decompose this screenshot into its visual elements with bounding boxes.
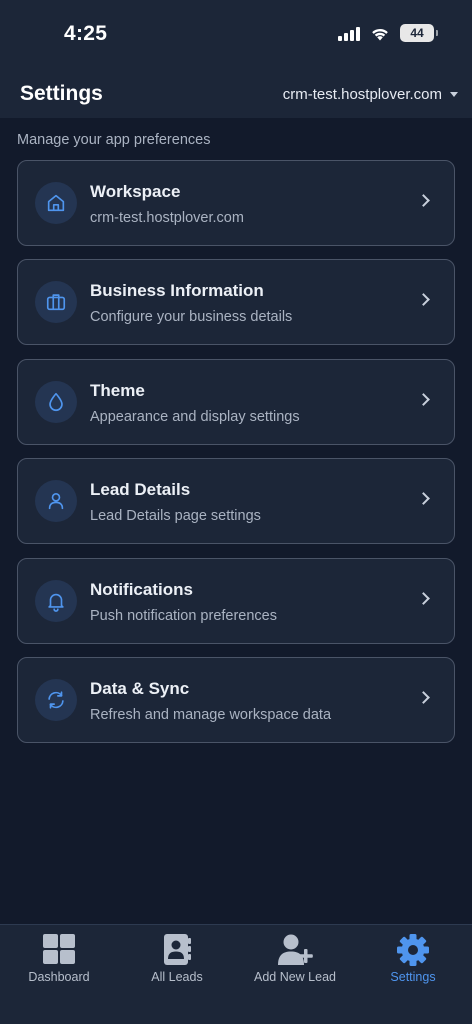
settings-item-subtitle: Refresh and manage workspace data	[90, 706, 332, 723]
gear-icon	[397, 934, 429, 966]
settings-list: Workspace crm-test.hostplover.com Busine…	[17, 160, 455, 756]
chevron-right-icon	[417, 392, 430, 406]
chevron-right-icon	[417, 194, 430, 207]
user-icon	[35, 480, 77, 523]
tab-settings[interactable]: Settings	[354, 925, 472, 1024]
settings-item-title: Workspace	[90, 182, 181, 201]
tab-all-leads[interactable]: All Leads	[118, 925, 236, 1024]
status-bar: 4:25 44	[0, 0, 472, 70]
cellular-signal-icon	[338, 26, 360, 41]
settings-item-notifications[interactable]: Notifications Push notification preferen…	[17, 557, 455, 644]
settings-item-business-information[interactable]: Business Information Configure your busi…	[17, 259, 455, 346]
tab-add-new-lead[interactable]: Add New Lead	[236, 925, 354, 1024]
status-icons: 44	[338, 24, 438, 42]
dashboard-icon	[43, 934, 75, 964]
chevron-right-icon	[417, 492, 430, 506]
chevron-right-icon	[417, 293, 430, 307]
settings-item-subtitle: Configure your business details	[90, 309, 293, 326]
settings-item-data-sync[interactable]: Data & Sync Refresh and manage workspace…	[17, 656, 455, 743]
tab-label: All Leads	[151, 970, 203, 984]
contacts-icon	[164, 934, 191, 965]
tab-label: Add New Lead	[253, 970, 336, 984]
briefcase-icon	[35, 281, 77, 324]
settings-item-title: Theme	[90, 380, 145, 400]
settings-item-workspace[interactable]: Workspace crm-test.hostplover.com	[17, 160, 455, 246]
settings-item-title: Notifications	[90, 579, 193, 599]
home-icon	[35, 182, 77, 224]
tab-label: Settings	[390, 970, 436, 984]
settings-item-lead-details[interactable]: Lead Details Lead Details page settings	[17, 458, 455, 545]
settings-item-subtitle: crm-test.hostplover.com	[90, 210, 244, 226]
page-title: Settings	[20, 82, 103, 105]
battery-indicator: 44	[400, 24, 438, 42]
settings-item-theme[interactable]: Theme Appearance and display settings	[17, 358, 455, 445]
app-header: Settings crm-test.hostplover.com	[0, 70, 472, 118]
tab-dashboard[interactable]: Dashboard	[0, 925, 118, 1024]
settings-item-subtitle: Push notification preferences	[90, 607, 277, 624]
settings-item-subtitle: Appearance and display settings	[90, 408, 300, 425]
settings-item-title: Data & Sync	[90, 678, 190, 698]
bottom-tab-bar: Dashboard All Leads Add New Lead Setting…	[0, 924, 472, 1024]
tab-label: Dashboard	[28, 970, 90, 984]
refresh-icon	[35, 678, 77, 721]
droplet-icon	[35, 380, 77, 423]
settings-item-subtitle: Lead Details page settings	[90, 508, 261, 525]
wifi-icon	[372, 28, 388, 40]
workspace-selector[interactable]: crm-test.hostplover.com	[283, 86, 458, 103]
workspace-selector-label: crm-test.hostplover.com	[282, 86, 442, 103]
status-time: 4:25	[64, 22, 108, 45]
settings-item-title: Lead Details	[90, 480, 191, 500]
chevron-right-icon	[417, 691, 430, 704]
page-subtitle: Manage your app preferences	[17, 132, 211, 148]
caret-down-icon	[450, 92, 458, 97]
settings-item-title: Business Information	[90, 281, 264, 301]
add-user-icon	[278, 934, 313, 965]
bell-icon	[35, 579, 77, 622]
chevron-right-icon	[417, 591, 430, 605]
